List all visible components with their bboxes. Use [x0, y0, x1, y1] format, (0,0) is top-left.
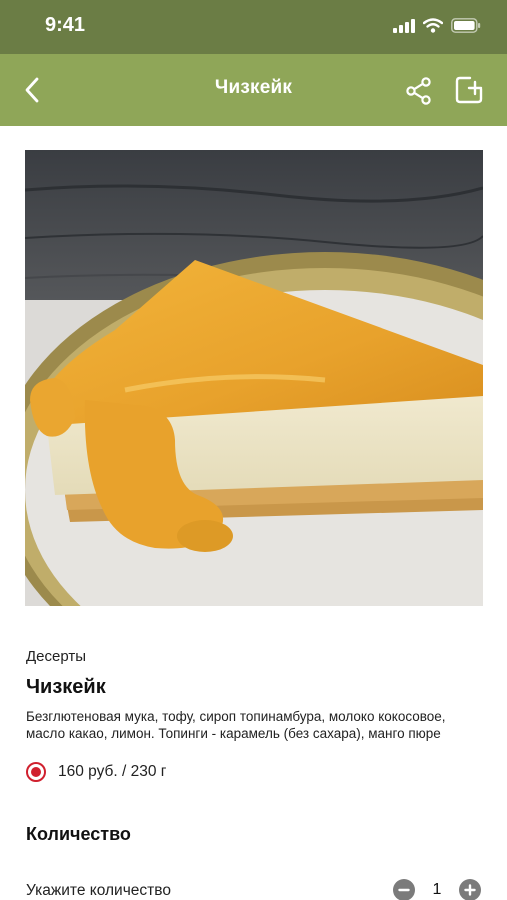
product-name: Чизкейк [26, 676, 106, 698]
battery-icon [451, 18, 481, 33]
app-bar: Чизкейк [0, 54, 507, 126]
radio-selected-dot [31, 767, 41, 777]
quantity-label: Укажите количество [26, 882, 171, 899]
decrement-button[interactable] [393, 879, 415, 900]
quantity-value: 1 [432, 881, 442, 898]
cheesecake-image [25, 150, 483, 606]
plus-circle-icon [464, 884, 476, 896]
add-box-icon [455, 76, 483, 104]
share-button[interactable] [402, 74, 436, 108]
status-icons [393, 18, 481, 33]
status-time: 9:41 [45, 14, 86, 36]
status-bar: 9:41 [0, 0, 507, 54]
quantity-stepper: 1 [393, 879, 481, 900]
minus-circle-icon [398, 888, 410, 892]
increment-button[interactable] [459, 879, 481, 900]
share-icon [406, 77, 431, 105]
product-photo [25, 150, 483, 606]
quantity-heading: Количество [26, 824, 131, 844]
price-option-radio[interactable] [26, 762, 46, 782]
price-option-label: 160 руб. / 230 г [58, 763, 167, 780]
price-option[interactable]: 160 руб. / 230 г [26, 762, 166, 782]
product-ingredients: Безглютеновая мука, тофу, сироп топинамб… [26, 709, 446, 741]
wifi-icon [423, 18, 443, 33]
cellular-signal-icon [393, 18, 415, 33]
product-category: Десерты [26, 648, 87, 665]
add-to-collection-button[interactable] [452, 73, 486, 107]
